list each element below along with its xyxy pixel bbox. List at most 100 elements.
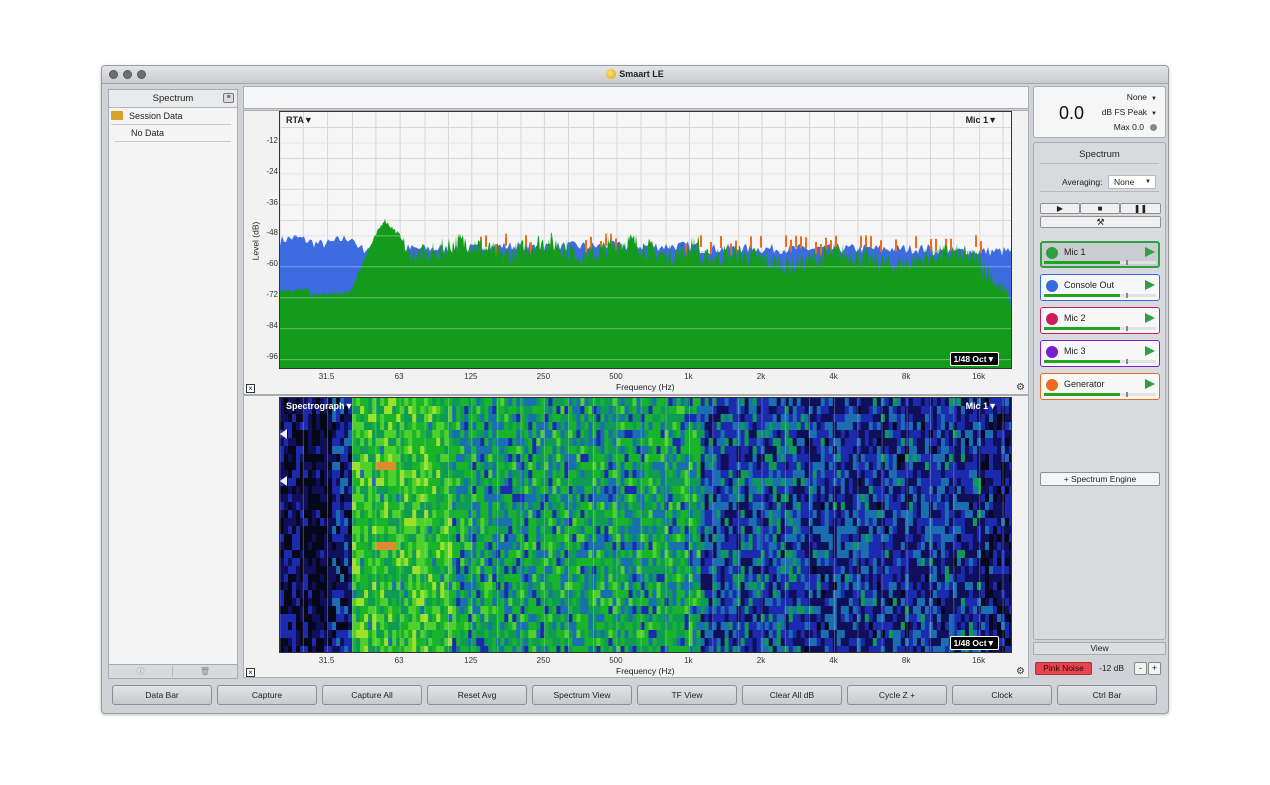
generator-trace-peak <box>870 235 872 248</box>
generator-trace-peak <box>785 234 787 247</box>
control-panel-title: Spectrum <box>1040 149 1159 164</box>
pause-button[interactable]: ❚❚ <box>1120 203 1161 214</box>
gear-icon[interactable]: ⚙ <box>1016 667 1025 677</box>
play-icon[interactable] <box>1145 379 1155 389</box>
close-pane-icon[interactable]: × <box>246 668 255 677</box>
data-library-panel: Spectrum ≡ Session Data No Data ⓘ 🗑 <box>108 89 238 679</box>
trash-icon[interactable]: 🗑 <box>173 666 237 677</box>
engine-level-meter <box>1044 260 1156 265</box>
play-icon[interactable] <box>1145 346 1155 356</box>
close-pane-icon[interactable]: × <box>246 384 255 393</box>
rta-plot[interactable]: RTA▼ Mic 1▼ 1/48 Oct▼ <box>279 111 1012 369</box>
averaging-select[interactable]: None ▼ <box>1108 175 1156 189</box>
engine-level-tick <box>1126 359 1128 364</box>
x-tick-label: 1k <box>684 656 693 665</box>
level-increase-button[interactable]: + <box>1148 662 1161 675</box>
gear-icon[interactable]: ⚙ <box>1016 383 1025 393</box>
meter-source-selector[interactable]: None ▼ <box>1127 92 1157 102</box>
y-tick-label: -48 <box>266 228 278 238</box>
generator-trace-peak <box>860 235 862 248</box>
engine-level-tick <box>1126 392 1128 397</box>
generator-trace-peak <box>760 235 762 248</box>
meter-mode-selector[interactable]: dB FS Peak ▼ <box>1102 107 1157 117</box>
tools-icon[interactable]: ⚒ <box>1040 216 1161 228</box>
threshold-handle-low[interactable] <box>280 476 287 486</box>
add-spectrum-engine-button[interactable]: + Spectrum Engine <box>1040 472 1160 486</box>
clip-indicator-icon <box>1150 124 1157 131</box>
play-icon[interactable] <box>1145 247 1155 257</box>
engine-mic-2[interactable]: Mic 2 <box>1040 307 1160 334</box>
engine-color-icon <box>1046 379 1058 391</box>
x-tick-label: 125 <box>464 656 478 665</box>
engine-name: Mic 3 <box>1064 346 1086 356</box>
y-tick-label: -36 <box>266 197 278 207</box>
spectrograph-pane: Spectrograph▼ Mic 1▼ 1/48 Oct▼ 31.5 63 125… <box>243 395 1029 678</box>
command-button-clear-all-db[interactable]: Clear All dB <box>742 685 842 705</box>
spectrograph-resolution-selector[interactable]: 1/48 Oct▼ <box>949 636 999 650</box>
chevron-down-icon: ▼ <box>1145 179 1151 185</box>
x-tick-label: 16k <box>972 372 986 381</box>
engine-console-out[interactable]: Console Out <box>1040 274 1160 301</box>
y-tick-label: -12 <box>266 136 278 145</box>
pink-noise-button[interactable]: Pink Noise <box>1035 662 1092 675</box>
rta-source-selector[interactable]: Mic 1▼ <box>966 115 997 125</box>
generator-trace-peak <box>790 239 792 252</box>
app-logo-icon <box>606 69 617 79</box>
command-button-tf-view[interactable]: TF View <box>637 685 737 705</box>
stop-button[interactable]: ■ <box>1080 203 1120 214</box>
engine-generator[interactable]: Generator <box>1040 373 1160 400</box>
x-tick-label: 4k <box>829 656 838 665</box>
play-button[interactable]: ▶ <box>1040 203 1080 214</box>
generator-trace-peak <box>895 239 897 252</box>
y-tick-label: -96 <box>266 351 278 361</box>
info-icon[interactable]: ⓘ <box>109 666 173 677</box>
generator-trace-peak <box>795 235 797 248</box>
engine-mic-1[interactable]: Mic 1 <box>1040 241 1160 268</box>
rta-mode-selector[interactable]: RTA▼ <box>286 115 313 125</box>
generator-trace-peak <box>950 238 952 251</box>
engine-color-icon <box>1046 346 1058 358</box>
rta-pane: RTA▼ Mic 1▼ 1/48 Oct▼ -12 -24 -36 -48 -60 -72… <box>243 110 1029 395</box>
mic-1-trace <box>280 218 1011 368</box>
generator-trace-peak <box>935 238 937 251</box>
command-button-capture-all[interactable]: Capture All <box>322 685 422 705</box>
spectrograph-plot[interactable]: Spectrograph▼ Mic 1▼ 1/48 Oct▼ <box>279 397 1012 653</box>
generator-trace-peak <box>805 237 807 250</box>
x-tick-label: 125 <box>464 372 478 381</box>
averaging-row: Averaging: None ▼ <box>1040 174 1159 192</box>
panel-menu-icon[interactable]: ≡ <box>223 93 234 103</box>
generator-trace-peak <box>915 236 917 249</box>
engine-level-tick <box>1126 293 1128 298</box>
command-button-ctrl-bar[interactable]: Ctrl Bar <box>1057 685 1157 705</box>
generator-trace-peak <box>980 241 982 254</box>
session-data-folder[interactable]: Session Data <box>111 108 231 125</box>
level-decrease-button[interactable]: - <box>1134 662 1147 675</box>
x-tick-label: 8k <box>901 372 911 381</box>
generator-row: Pink Noise -12 dB - + <box>1033 661 1166 677</box>
spectrograph-mode-selector[interactable]: Spectrograph▼ <box>286 401 353 411</box>
meter-max[interactable]: Max 0.0 <box>1114 122 1157 132</box>
engine-level-tick <box>1126 260 1128 265</box>
play-icon[interactable] <box>1145 313 1155 323</box>
spectrograph-source-selector[interactable]: Mic 1▼ <box>966 401 997 411</box>
list-item[interactable]: No Data <box>115 125 231 142</box>
command-button-cycle-z[interactable]: Cycle Z + <box>847 685 947 705</box>
command-button-reset-avg[interactable]: Reset Avg <box>427 685 527 705</box>
command-button-data-bar[interactable]: Data Bar <box>112 685 212 705</box>
engine-name: Generator <box>1064 379 1105 389</box>
panel-header: Spectrum ≡ <box>109 90 237 108</box>
generator-trace-peak <box>700 234 702 247</box>
engine-mic-3[interactable]: Mic 3 <box>1040 340 1160 367</box>
title-bar: Smaart LE <box>102 66 1168 84</box>
play-icon[interactable] <box>1145 280 1155 290</box>
folder-icon <box>111 111 123 120</box>
command-button-spectrum-view[interactable]: Spectrum View <box>532 685 632 705</box>
command-button-capture[interactable]: Capture <box>217 685 317 705</box>
command-button-clock[interactable]: Clock <box>952 685 1052 705</box>
engine-name: Mic 2 <box>1064 313 1086 323</box>
generator-trace-peak <box>815 241 817 254</box>
chevron-down-icon: ▼ <box>1151 96 1157 102</box>
rta-resolution-selector[interactable]: 1/48 Oct▼ <box>949 352 999 366</box>
threshold-handle-high[interactable] <box>280 429 287 439</box>
view-button[interactable]: View <box>1033 642 1166 655</box>
